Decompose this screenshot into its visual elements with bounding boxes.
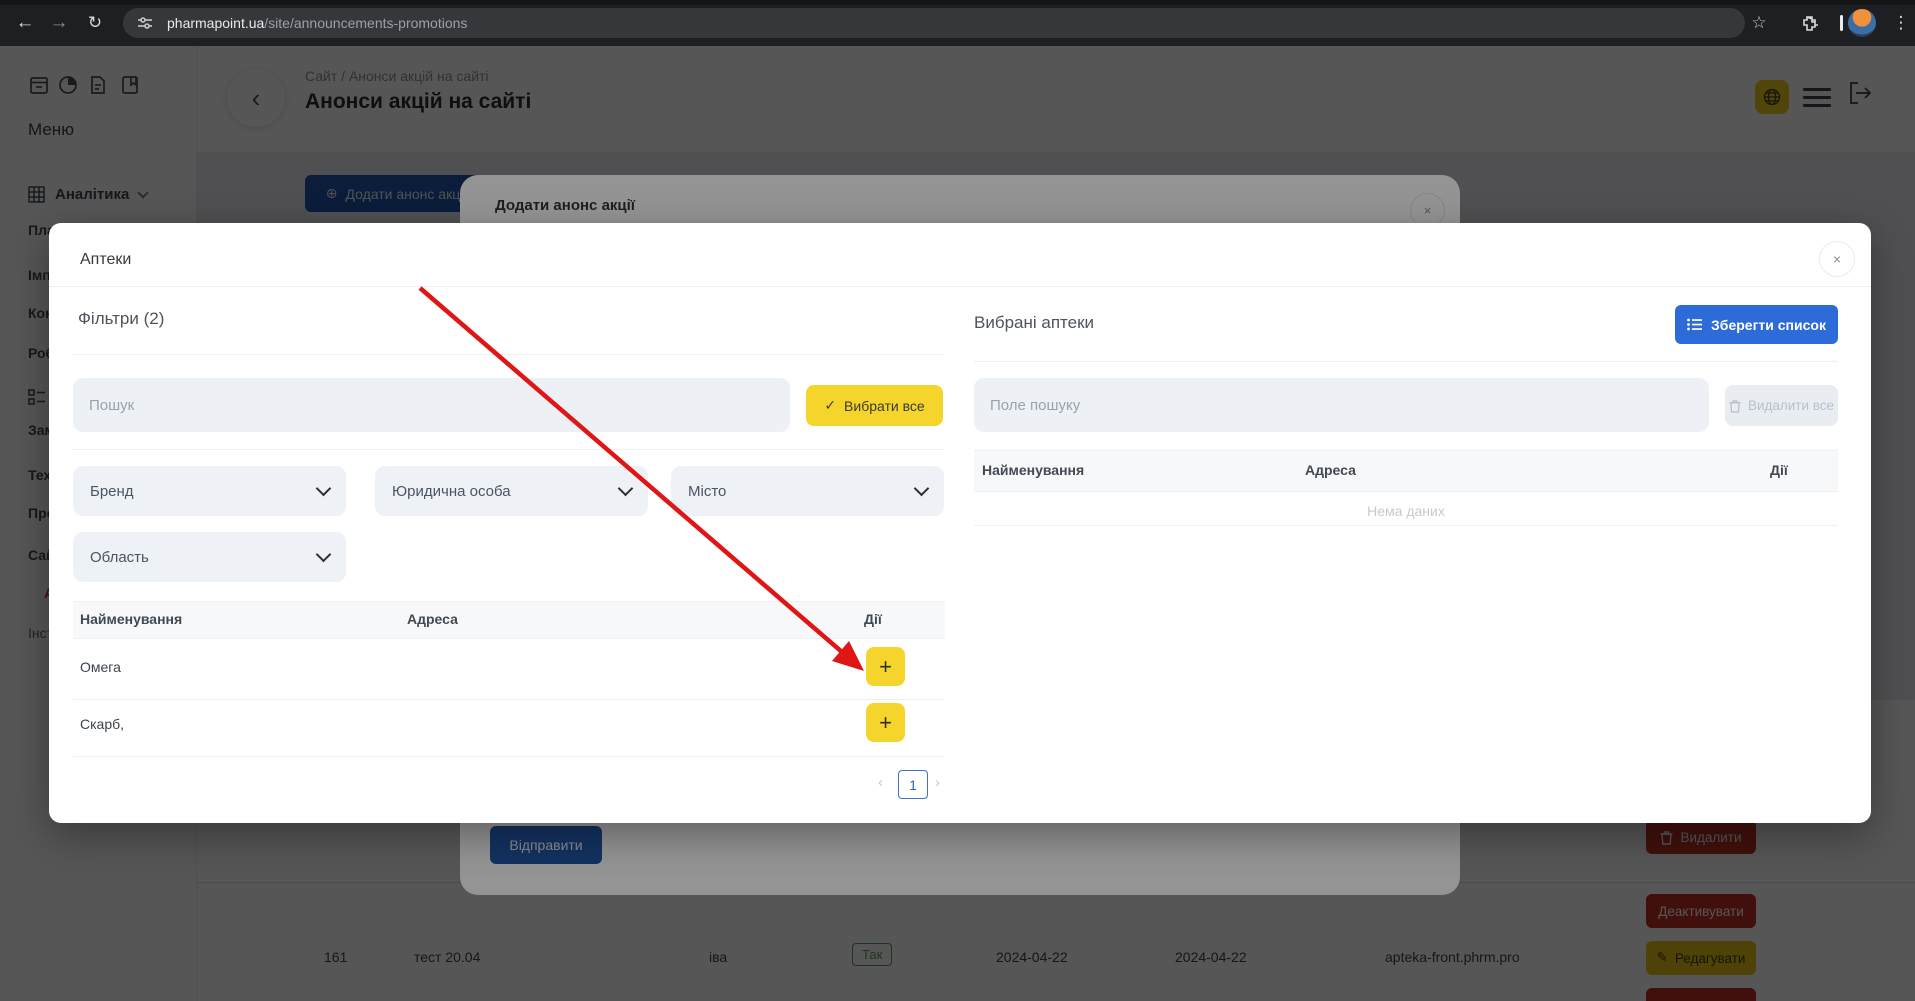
selected-divider <box>974 361 1838 362</box>
column-name: Найменування <box>80 611 182 627</box>
select-all-label: Вибрати все <box>844 398 925 414</box>
url-path: /site/announcements-promotions <box>264 15 467 31</box>
bookmark-star-icon[interactable]: ☆ <box>1742 0 1776 46</box>
filter-table-header: Найменування Адреса Дії <box>73 601 945 639</box>
profile-avatar[interactable] <box>1848 9 1876 37</box>
column-name: Найменування <box>982 462 1084 478</box>
pharmacies-modal: Аптеки × Фільтри (2) ✓ Вибрати все Бренд… <box>49 223 1871 823</box>
selected-search-input[interactable] <box>974 378 1709 432</box>
dropdown-label: Бренд <box>90 483 134 500</box>
selected-title: Вибрані аптеки <box>974 313 1094 333</box>
screen: ← → ↻ pharmapoint.ua/site/announcements-… <box>0 0 1915 1001</box>
app-viewport: Меню Аналітика Пла Імп Кон Роб Зам Тех П… <box>0 46 1915 1001</box>
legal-entity-dropdown[interactable]: Юридична особа <box>375 466 648 516</box>
chevron-down-icon <box>914 481 930 497</box>
row-divider <box>73 699 945 700</box>
city-dropdown[interactable]: Місто <box>671 466 944 516</box>
pharmacy-row-name: Омега <box>80 659 121 675</box>
toolbar-separator <box>1840 15 1843 31</box>
plus-icon: + <box>879 710 892 736</box>
filters-divider-2 <box>73 449 945 450</box>
trash-icon <box>1729 399 1741 413</box>
close-icon: × <box>1833 251 1841 267</box>
browser-toolbar: ← → ↻ pharmapoint.ua/site/announcements-… <box>0 0 1915 46</box>
browser-back-icon[interactable]: ← <box>8 0 42 46</box>
column-actions: Дії <box>1770 462 1788 478</box>
chevron-down-icon <box>316 481 332 497</box>
empty-state-text: Нема даних <box>974 503 1838 519</box>
delete-all-label: Видалити все <box>1748 398 1834 413</box>
brand-dropdown[interactable]: Бренд <box>73 466 346 516</box>
column-address: Адреса <box>407 611 458 627</box>
selected-table-header: Найменування Адреса Дії <box>974 450 1838 492</box>
modal-divider <box>49 286 1871 287</box>
modal-title: Аптеки <box>80 251 131 269</box>
browser-menu-icon[interactable]: ⋮ <box>1884 0 1915 46</box>
region-dropdown[interactable]: Область <box>73 532 346 582</box>
select-all-button[interactable]: ✓ Вибрати все <box>806 385 943 426</box>
row-divider <box>73 756 945 757</box>
pagination-prev[interactable]: ‹ <box>878 774 883 791</box>
extensions-icon[interactable] <box>1792 0 1826 46</box>
dropdown-label: Область <box>90 549 149 566</box>
list-icon <box>1687 318 1702 331</box>
save-list-label: Зберегти список <box>1711 317 1826 333</box>
modal-close-button[interactable]: × <box>1819 241 1855 277</box>
chevron-down-icon <box>618 481 634 497</box>
plus-icon: + <box>879 654 892 680</box>
column-address: Адреса <box>1305 462 1356 478</box>
address-bar[interactable]: pharmapoint.ua/site/announcements-promot… <box>123 8 1745 38</box>
page-number: 1 <box>909 777 917 793</box>
dropdown-label: Місто <box>688 483 726 500</box>
search-input[interactable] <box>73 378 790 432</box>
site-info-icon[interactable] <box>137 15 153 31</box>
add-pharmacy-button[interactable]: + <box>866 647 905 686</box>
pagination-next[interactable]: › <box>935 774 940 791</box>
pharmacy-row-name: Скарб, <box>80 716 124 732</box>
empty-row-divider <box>974 525 1838 526</box>
add-pharmacy-button[interactable]: + <box>866 703 905 742</box>
filters-title: Фільтри (2) <box>78 309 164 329</box>
browser-reload-icon[interactable]: ↻ <box>78 0 112 46</box>
url-host: pharmapoint.ua <box>167 15 264 31</box>
delete-all-button[interactable]: Видалити все <box>1725 385 1838 426</box>
chevron-down-icon <box>316 547 332 563</box>
window-top-strip <box>0 0 1915 5</box>
filters-divider <box>73 354 945 355</box>
check-icon: ✓ <box>824 397 836 414</box>
dropdown-label: Юридична особа <box>392 483 511 500</box>
browser-forward-icon[interactable]: → <box>42 0 76 46</box>
column-actions: Дії <box>864 611 882 627</box>
save-list-button[interactable]: Зберегти список <box>1675 305 1838 344</box>
pagination-page-1[interactable]: 1 <box>898 770 928 799</box>
